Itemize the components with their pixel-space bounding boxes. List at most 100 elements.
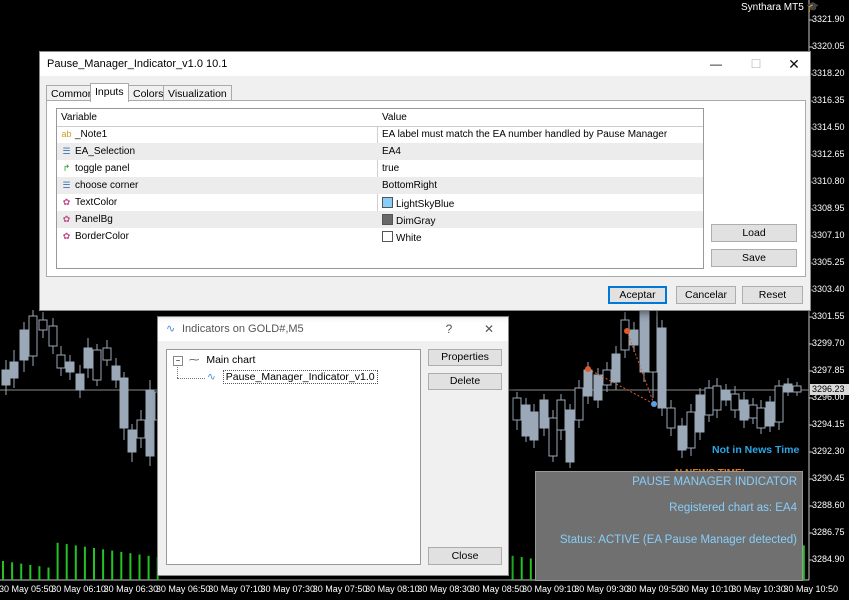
candle-body — [556, 399, 566, 431]
time-axis-label: 30 May 08:10 — [365, 584, 420, 594]
current-price-tag: 3296.23 — [810, 384, 849, 395]
variable-value[interactable]: true — [382, 163, 399, 174]
variable-value[interactable]: White — [382, 231, 422, 244]
candle-body — [38, 319, 48, 331]
indicator-tree[interactable]: − ⁓ Main chart ∿ Pause_Manager_Indicator… — [166, 349, 421, 565]
time-axis-label: 30 May 10:50 — [783, 584, 839, 594]
candle-body — [657, 327, 667, 409]
help-button[interactable]: ? — [434, 317, 464, 341]
candle-body — [739, 399, 749, 421]
variable-name: choose corner — [75, 180, 139, 191]
inputs-grid[interactable]: Variable Value ab _Note1 EA label must mat… — [56, 108, 704, 269]
candle-body — [136, 419, 146, 439]
time-axis-label: 30 May 05:50 — [0, 584, 54, 594]
inputs-page: Variable Value ab _Note1 EA label must mat… — [46, 100, 806, 277]
panel-title: PAUSE MANAGER INDICATOR — [632, 476, 797, 488]
column-value: Value — [382, 112, 407, 123]
variable-value[interactable]: DimGray — [382, 214, 435, 227]
variable-value[interactable]: EA label must match the EA number handle… — [382, 129, 667, 140]
tree-item-pause-manager[interactable]: ∿ Pause_Manager_Indicator_v1.0 — [207, 370, 378, 384]
candle-body — [666, 407, 676, 429]
tree-root-main-chart[interactable]: − ⁓ Main chart — [173, 354, 255, 366]
table-row[interactable]: ab _Note1 EA label must match the EA numbe… — [57, 126, 703, 143]
trade-marker — [585, 366, 591, 372]
variable-name: PanelBg — [75, 214, 113, 225]
time-axis-label: 30 May 07:10 — [208, 584, 263, 594]
variable-value[interactable]: EA4 — [382, 146, 401, 157]
table-row[interactable]: ☰ choose corner BottomRight — [57, 177, 703, 194]
color-swatch — [382, 231, 393, 242]
price-axis-label: 3301.55 — [812, 311, 845, 321]
close-icon[interactable]: ✕ — [774, 52, 814, 76]
variable-name: TextColor — [75, 197, 118, 208]
load-button[interactable]: Load — [711, 224, 797, 242]
enum-icon: ☰ — [62, 180, 71, 190]
pause-manager-panel: PAUSE MANAGER INDICATOR Registered chart… — [535, 471, 803, 581]
column-variable: Variable — [61, 112, 97, 123]
reset-button[interactable]: Reset — [742, 286, 803, 304]
price-axis-label: 3321.90 — [812, 14, 845, 24]
accept-button[interactable]: Aceptar — [608, 286, 667, 304]
price-axis-label: 3307.10 — [812, 230, 845, 240]
trade-marker — [651, 401, 657, 407]
variable-name: toggle panel — [75, 163, 130, 174]
price-axis-label: 3318.20 — [812, 68, 845, 78]
candle-body — [704, 387, 714, 416]
candle-body — [48, 325, 58, 347]
candle-body — [677, 425, 687, 451]
price-axis-label: 3310.80 — [812, 176, 845, 186]
candle-body — [1, 369, 11, 386]
save-button[interactable]: Save — [711, 249, 797, 267]
color-icon: ✿ — [62, 231, 71, 241]
broker-brand: Synthara MT5 🎓 — [741, 2, 820, 13]
candle-body — [512, 397, 522, 421]
candle-body — [28, 315, 38, 357]
table-row[interactable]: ✿ TextColor LightSkyBlue — [57, 194, 703, 211]
close-button[interactable]: Close — [428, 547, 502, 565]
time-axis-label: 30 May 06:50 — [155, 584, 211, 594]
time-axis-label: 30 May 08:30 — [417, 584, 472, 594]
delete-button[interactable]: Delete — [428, 373, 502, 390]
candle-body — [648, 304, 658, 373]
price-axis-label: 3312.65 — [812, 149, 845, 159]
variable-name: _Note1 — [75, 129, 108, 140]
time-axis-label: 30 May 06:30 — [103, 584, 159, 594]
indicators-title: Indicators on GOLD#,M5 — [182, 323, 304, 335]
table-row[interactable]: ✿ PanelBg DimGray — [57, 211, 703, 228]
properties-button[interactable]: Properties — [428, 349, 502, 366]
cancel-button[interactable]: Cancelar — [676, 286, 736, 304]
price-axis-label: 3286.75 — [812, 527, 845, 537]
variable-value[interactable]: LightSkyBlue — [382, 197, 454, 210]
variable-value[interactable]: BottomRight — [382, 180, 437, 191]
candle-body — [9, 361, 19, 379]
close-icon[interactable]: ✕ — [474, 317, 504, 341]
candle-body — [602, 369, 612, 386]
price-axis-label: 3308.95 — [812, 203, 845, 213]
candle-body — [145, 389, 155, 457]
variable-name: BorderColor — [75, 231, 129, 242]
tab-visualization[interactable]: Visualization — [163, 85, 232, 101]
table-row[interactable]: ☰ EA_Selection EA4 — [57, 143, 703, 160]
price-axis-label: 3290.45 — [812, 473, 845, 483]
properties-titlebar[interactable]: Pause_Manager_Indicator_v1.0 10.1 — ☐ ✕ — [40, 52, 810, 76]
price-axis-label: 3320.05 — [812, 41, 845, 51]
price-axis-label: 3299.70 — [812, 338, 845, 348]
table-row[interactable]: ✿ BorderColor White — [57, 228, 703, 245]
bool-icon: ↱ — [62, 163, 71, 173]
candle-body — [539, 399, 549, 429]
candle-body — [92, 349, 102, 381]
price-axis-label: 3316.35 — [812, 95, 845, 105]
minimize-icon[interactable]: — — [696, 52, 736, 76]
candle-body — [111, 365, 121, 381]
candle-body — [639, 307, 649, 373]
indicators-titlebar[interactable]: ∿ Indicators on GOLD#,M5 ? ✕ — [158, 317, 508, 341]
tab-inputs[interactable]: Inputs — [90, 83, 129, 102]
candle-body — [56, 354, 66, 369]
properties-title: Pause_Manager_Indicator_v1.0 10.1 — [47, 58, 228, 70]
table-row[interactable]: ↱ toggle panel true — [57, 160, 703, 177]
panel-status: Status: ACTIVE (EA Pause Manager detecte… — [559, 534, 797, 546]
maximize-icon: ☐ — [750, 57, 762, 71]
candle-body — [75, 373, 85, 391]
candle-body — [593, 374, 603, 401]
price-axis-label: 3288.60 — [812, 500, 845, 510]
